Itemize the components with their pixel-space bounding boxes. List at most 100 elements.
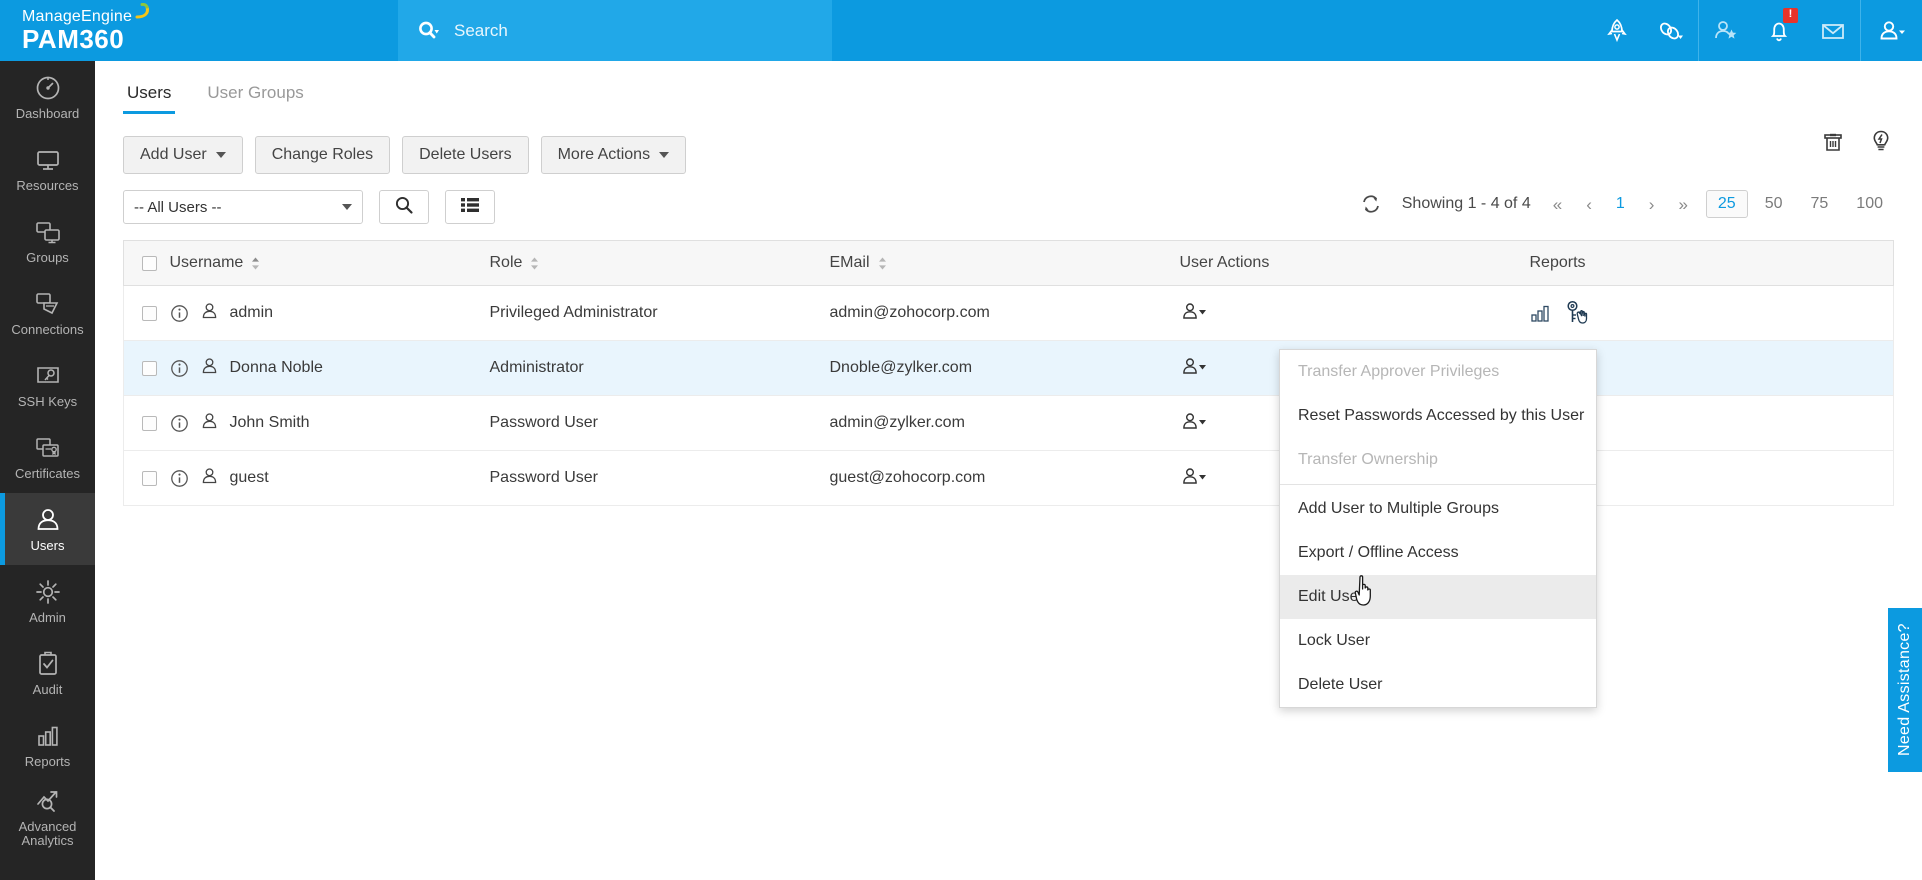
page-size-50[interactable]: 50 — [1754, 191, 1794, 217]
page-size-25[interactable]: 25 — [1706, 190, 1748, 218]
sidebar-item-groups[interactable]: Groups — [0, 205, 95, 277]
current-page-number[interactable]: 1 — [1604, 195, 1637, 213]
sidebar-item-connections[interactable]: Connections — [0, 277, 95, 349]
menu-item-export-offline-access[interactable]: Export / Offline Access — [1280, 531, 1596, 575]
user-actions-dropdown-icon[interactable] — [1180, 356, 1208, 376]
page-tabs: Users User Groups — [95, 61, 1922, 114]
sort-role[interactable]: Role — [490, 254, 540, 272]
trash-bin-icon[interactable] — [1820, 128, 1846, 154]
sidebar-item-label: Dashboard — [16, 107, 80, 121]
users-table-container: Username Role — [95, 224, 1922, 506]
sidebar-item-label: Audit — [33, 683, 63, 697]
sidebar-item-resources[interactable]: Resources — [0, 133, 95, 205]
row-checkbox[interactable] — [142, 471, 157, 486]
search-dropdown-icon[interactable] — [416, 19, 440, 43]
user-actions-dropdown-icon[interactable] — [1180, 411, 1208, 431]
need-assistance-tab[interactable]: Need Assistance? — [1888, 608, 1922, 772]
add-user-button[interactable]: Add User — [123, 136, 243, 174]
page-size-75[interactable]: 75 — [1800, 191, 1840, 217]
menu-item-reset-passwords[interactable]: Reset Passwords Accessed by this User — [1280, 394, 1596, 438]
page-size-100[interactable]: 100 — [1845, 191, 1894, 217]
menu-item-add-user-to-multiple-groups[interactable]: Add User to Multiple Groups — [1280, 487, 1596, 531]
bar-chart-icon[interactable] — [1530, 304, 1552, 322]
tab-user-groups[interactable]: User Groups — [203, 73, 307, 114]
notification-badge: ! — [1783, 8, 1798, 23]
row-checkbox[interactable] — [142, 306, 157, 321]
sidebar-item-reports[interactable]: Reports — [0, 709, 95, 781]
password-key-icon[interactable] — [1564, 300, 1588, 326]
change-roles-button[interactable]: Change Roles — [255, 136, 390, 174]
column-label: EMail — [830, 254, 870, 272]
row-select-cell — [124, 341, 170, 396]
last-page-button[interactable]: » — [1666, 196, 1699, 213]
left-sidebar-nav: Dashboard Resources Groups Connections S… — [0, 61, 95, 880]
sort-username[interactable]: Username — [170, 254, 261, 272]
tab-users[interactable]: Users — [123, 73, 175, 114]
pagination-controls: Showing 1 - 4 of 4 « ‹ 1 › » 25 50 75 10… — [1350, 190, 1894, 218]
row-checkbox[interactable] — [142, 361, 157, 376]
link-dropdown-icon[interactable] — [1644, 0, 1698, 61]
list-view-button[interactable] — [445, 190, 495, 224]
sidebar-item-label: Advanced Analytics — [0, 820, 95, 848]
sidebar-item-audit[interactable]: Audit — [0, 637, 95, 709]
column-label: Role — [490, 254, 523, 272]
sidebar-item-admin[interactable]: Admin — [0, 565, 95, 637]
menu-item-edit-user[interactable]: Edit User — [1280, 575, 1596, 619]
sort-email[interactable]: EMail — [830, 254, 887, 272]
table-row[interactable]: Donna Noble Administrator Dnoble@zylker.… — [124, 341, 1894, 396]
sidebar-item-dashboard[interactable]: Dashboard — [0, 61, 95, 133]
row-checkbox[interactable] — [142, 416, 157, 431]
column-user-actions: User Actions — [1180, 241, 1530, 286]
monitor-group-icon — [33, 217, 63, 247]
info-icon[interactable] — [170, 304, 189, 323]
sidebar-item-certificates[interactable]: Certificates — [0, 421, 95, 493]
info-icon[interactable] — [170, 359, 189, 378]
column-role: Role — [490, 241, 830, 286]
username-text: John Smith — [230, 414, 310, 432]
first-page-button[interactable]: « — [1541, 196, 1574, 213]
global-search-box[interactable]: Search — [398, 0, 832, 61]
user-icon — [200, 466, 219, 490]
mail-envelope-icon[interactable] — [1806, 0, 1860, 61]
refresh-icon[interactable] — [1350, 193, 1392, 215]
brand-logo[interactable]: ManageEngine PAM360 — [0, 0, 398, 61]
row-email-cell: guest@zohocorp.com — [830, 451, 1180, 506]
sidebar-item-ssh-keys[interactable]: SSH Keys — [0, 349, 95, 421]
row-username-cell: admin — [170, 286, 490, 341]
table-row[interactable]: John Smith Password User admin@zylker.co… — [124, 396, 1894, 451]
rocket-icon[interactable] — [1590, 0, 1644, 61]
lightbulb-tips-icon[interactable] — [1868, 128, 1894, 154]
user-account-dropdown-icon[interactable] — [1860, 0, 1922, 61]
user-icon — [33, 505, 63, 535]
prev-page-button[interactable]: ‹ — [1574, 196, 1604, 213]
sidebar-item-advanced-analytics[interactable]: Advanced Analytics — [0, 781, 95, 853]
sidebar-item-users[interactable]: Users — [0, 493, 95, 565]
delete-users-button[interactable]: Delete Users — [402, 136, 528, 174]
info-icon[interactable] — [170, 414, 189, 433]
sidebar-item-label: Users — [31, 539, 65, 553]
sidebar-item-label: Reports — [25, 755, 71, 769]
next-page-button[interactable]: › — [1637, 196, 1667, 213]
search-input[interactable]: Search — [454, 21, 508, 41]
user-filter-select[interactable]: -- All Users -- — [123, 190, 363, 224]
more-actions-button[interactable]: More Actions — [541, 136, 686, 174]
table-row[interactable]: admin Privileged Administrator admin@zoh… — [124, 286, 1894, 341]
search-icon — [394, 195, 414, 220]
row-username-cell: Donna Noble — [170, 341, 490, 396]
search-button[interactable] — [379, 190, 429, 224]
users-table: Username Role — [123, 240, 1894, 506]
favorites-user-star-icon[interactable] — [1698, 0, 1752, 61]
toolbar-right-icons — [1820, 128, 1894, 154]
menu-item-delete-user[interactable]: Delete User — [1280, 663, 1596, 707]
info-icon[interactable] — [170, 469, 189, 488]
notification-bell-icon[interactable]: ! — [1752, 0, 1806, 61]
top-header-bar: ManageEngine PAM360 Search — [0, 0, 1922, 61]
user-actions-dropdown-icon[interactable] — [1180, 301, 1208, 321]
username-text: admin — [230, 304, 274, 322]
menu-item-lock-user[interactable]: Lock User — [1280, 619, 1596, 663]
select-all-checkbox[interactable] — [142, 256, 157, 271]
table-row[interactable]: guest Password User guest@zohocorp.com — [124, 451, 1894, 506]
header-icon-group: ! — [1590, 0, 1922, 61]
user-actions-dropdown-icon[interactable] — [1180, 466, 1208, 486]
sidebar-item-label: Groups — [26, 251, 69, 265]
